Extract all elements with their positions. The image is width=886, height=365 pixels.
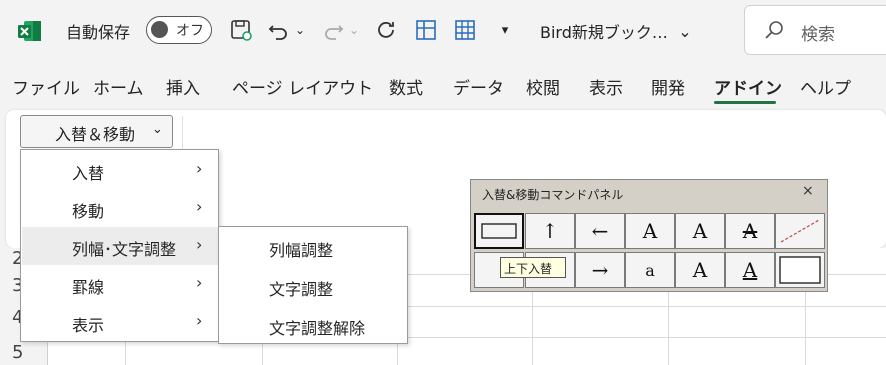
autosave-toggle[interactable]: オフ — [146, 16, 212, 44]
menu-item-label: 入替 — [72, 164, 105, 183]
tab-developer[interactable]: 開発 — [651, 74, 685, 99]
active-tab-indicator — [714, 101, 776, 104]
tab-view[interactable]: 表示 — [589, 74, 623, 99]
menu-item-borders[interactable]: 罫線 › — [22, 265, 218, 303]
tab-formulas[interactable]: 数式 — [389, 74, 423, 99]
menu-item-label: 移動 — [72, 202, 105, 221]
search-box[interactable]: 検索 — [744, 5, 886, 55]
move-up-button[interactable]: ↑ — [525, 213, 575, 249]
submenu: 列幅調整 文字調整 文字調整解除 — [218, 226, 408, 344]
text-underline-button[interactable]: A — [725, 252, 775, 288]
freeze-panes-icon[interactable] — [413, 17, 439, 43]
tooltip: 上下入替 — [500, 257, 566, 278]
border-box-button[interactable] — [775, 252, 825, 288]
table-icon[interactable] — [452, 17, 478, 43]
box-border-icon — [779, 256, 821, 284]
move-right-button[interactable]: → — [575, 252, 625, 288]
undo-dropdown-icon[interactable]: ⌄ — [292, 17, 308, 43]
undo-icon[interactable] — [266, 17, 292, 43]
submenu-item-text-adjust[interactable]: 文字調整 — [269, 276, 333, 300]
tab-insert[interactable]: 挿入 — [166, 74, 200, 99]
menu-item-move[interactable]: 移動 › — [22, 189, 218, 227]
diagonal-line-icon — [780, 219, 820, 243]
text-align-left-button[interactable]: A — [675, 213, 725, 249]
tab-help[interactable]: ヘルプ — [800, 74, 851, 99]
menu-item-label: 罫線 — [72, 278, 105, 297]
redo-dropdown-icon[interactable]: ⌄ — [346, 17, 362, 43]
tab-review[interactable]: 校閲 — [526, 74, 560, 99]
excel-logo-icon — [18, 21, 41, 41]
ribbon-separator — [182, 116, 183, 150]
toggle-knob — [151, 21, 168, 38]
submenu-item-text-adjust-clear[interactable]: 文字調整解除 — [269, 315, 365, 339]
menu-item-swap[interactable]: 入替 › — [22, 151, 218, 189]
close-icon[interactable]: × — [802, 183, 814, 199]
menu-item-column-width[interactable]: 列幅･文字調整 › — [22, 227, 218, 265]
search-icon — [765, 21, 783, 39]
tab-addins[interactable]: アドイン — [714, 74, 782, 99]
refresh-icon[interactable] — [373, 17, 399, 43]
panel-title: 入替&移動コマンドパネル — [482, 188, 624, 202]
customize-qat-icon[interactable]: ▾ — [492, 17, 518, 43]
chevron-right-icon: › — [196, 197, 203, 216]
submenu-item-column-width-adjust[interactable]: 列幅調整 — [269, 237, 333, 261]
title-bar: 自動保存 オフ ⌄ ⌄ ▾ Bird新規ブック… ⌄ 検索 — [0, 0, 886, 60]
chevron-right-icon: › — [196, 159, 203, 178]
diagonal-border-button[interactable] — [775, 213, 825, 249]
tab-page-layout[interactable]: ページ レイアウト — [232, 74, 373, 99]
select-range-button[interactable] — [474, 213, 524, 249]
tab-data[interactable]: データ — [453, 74, 504, 99]
dropdown-label: 入替＆移動 — [55, 125, 136, 144]
text-small-button[interactable]: a — [625, 252, 675, 288]
chevron-right-icon: › — [196, 311, 203, 330]
dropdown-menu: 入替 › 移動 › 列幅･文字調整 › 罫線 › 表示 › — [20, 149, 219, 342]
swap-move-dropdown-button[interactable]: 入替＆移動 ⌄ — [20, 115, 173, 148]
text-strikethrough-button[interactable]: A — [725, 213, 775, 249]
range-icon — [481, 223, 517, 239]
workbook-chevron-icon[interactable]: ⌄ — [672, 18, 698, 44]
chevron-right-icon: › — [196, 235, 203, 254]
workbook-name[interactable]: Bird新規ブック… — [540, 19, 668, 43]
chevron-right-icon: › — [196, 273, 203, 292]
autosave-state: オフ — [176, 23, 204, 39]
search-placeholder: 検索 — [801, 25, 835, 45]
save-icon[interactable] — [228, 17, 254, 43]
row-number[interactable]: 5 — [12, 342, 23, 363]
text-fit-width-button[interactable]: A — [625, 213, 675, 249]
autosave-label: 自動保存 — [66, 23, 131, 42]
chevron-down-icon: ⌄ — [152, 122, 163, 137]
menu-item-label: 列幅･文字調整 — [72, 240, 177, 259]
tab-home[interactable]: ホーム — [93, 74, 144, 99]
menu-item-label: 表示 — [72, 316, 105, 335]
redo-icon[interactable] — [320, 17, 346, 43]
menu-item-display[interactable]: 表示 › — [22, 303, 218, 341]
move-left-button[interactable]: ← — [575, 213, 625, 249]
text-center-button[interactable]: A — [675, 252, 725, 288]
tab-file[interactable]: ファイル — [12, 74, 80, 99]
